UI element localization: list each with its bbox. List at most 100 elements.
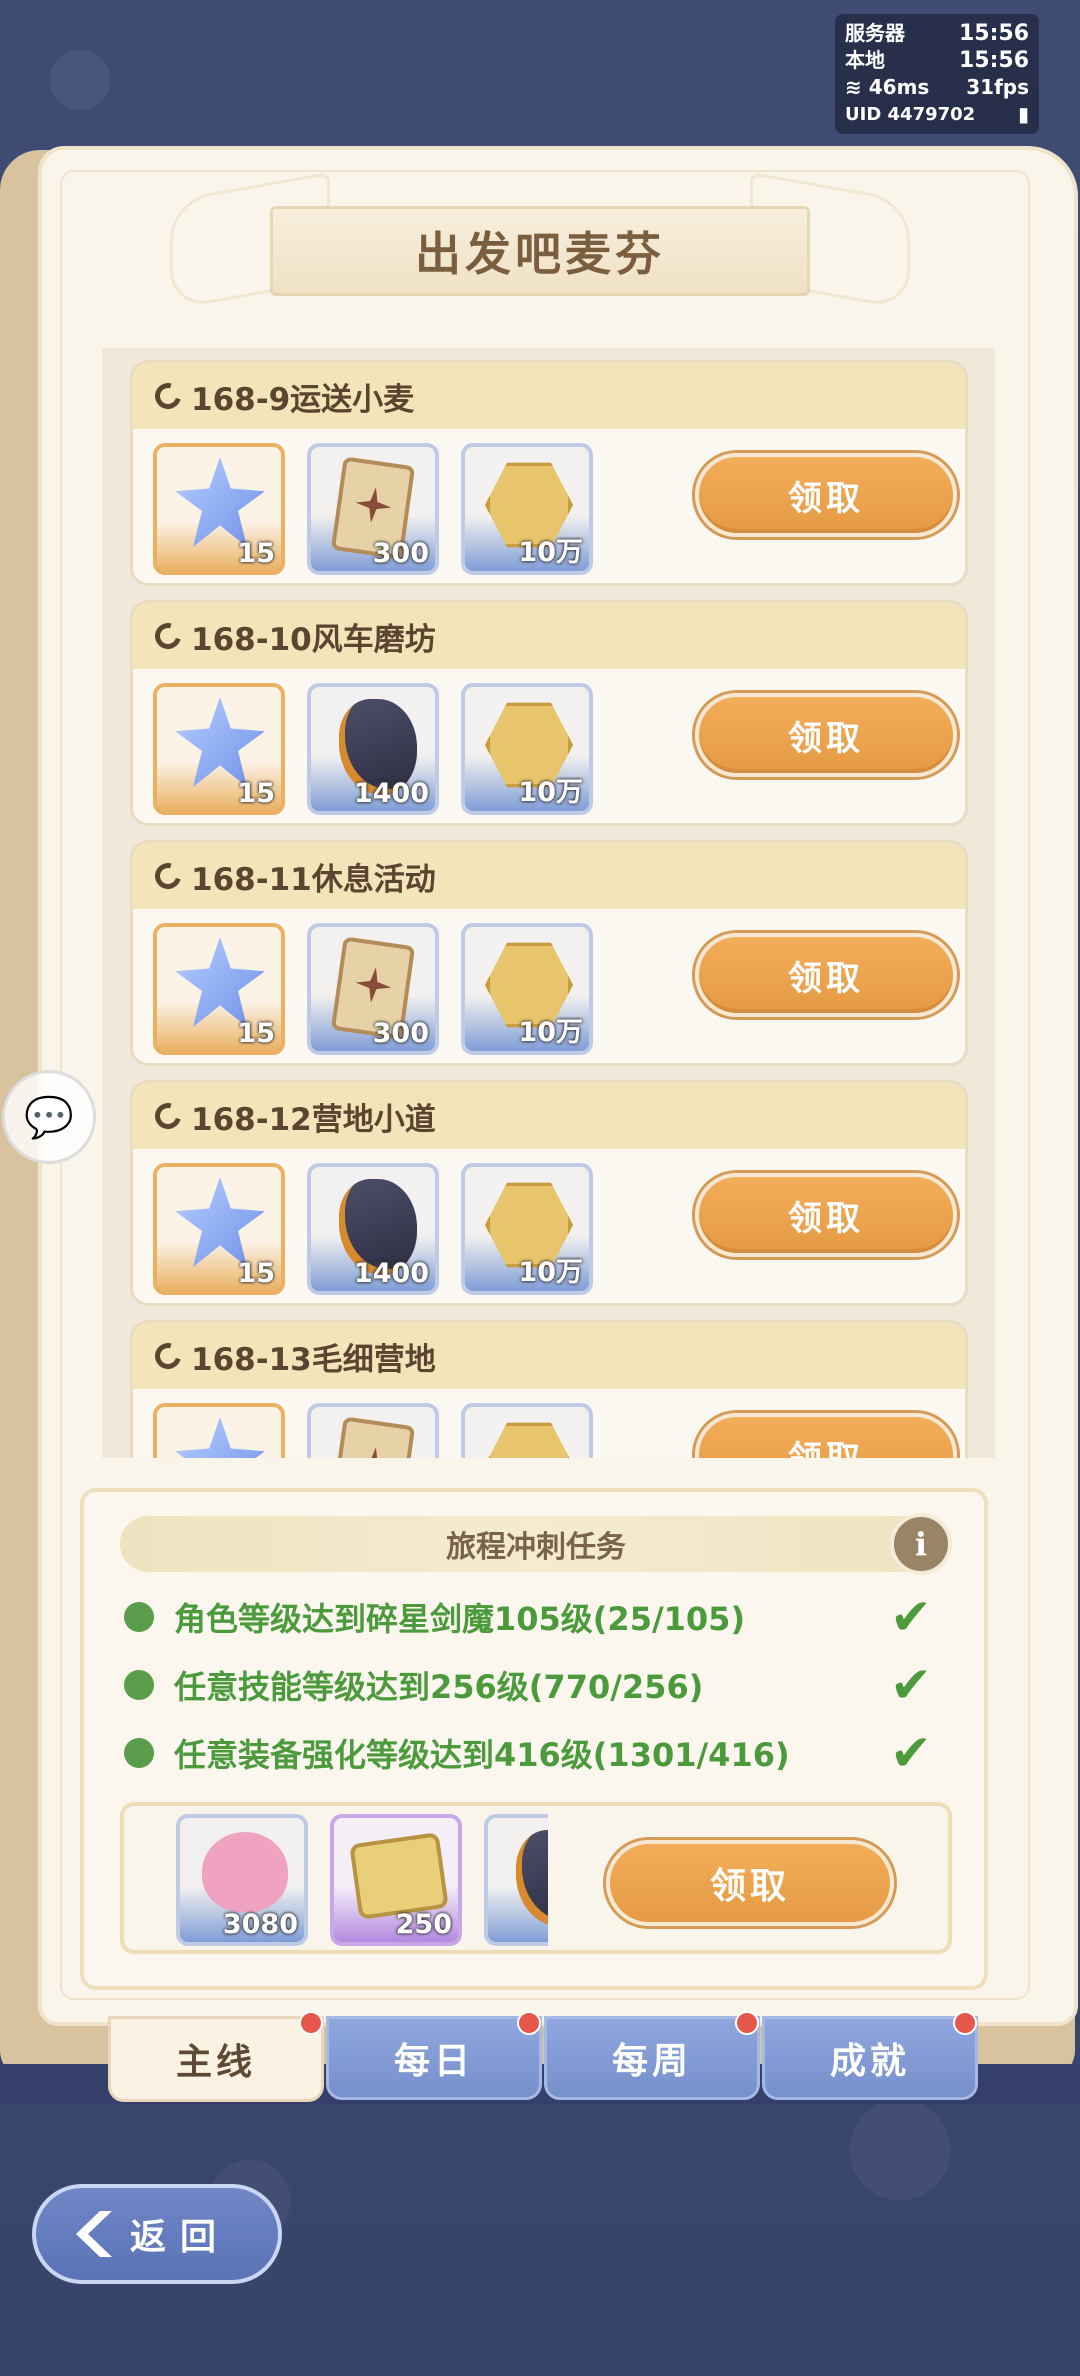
reward-gold-coin[interactable]: 10万: [461, 683, 593, 815]
sprint-title: 旅程冲刺任务: [446, 1530, 626, 1565]
star-crystal-icon: [175, 697, 265, 787]
reward-card[interactable]: 300: [307, 443, 439, 575]
server-label: 服务器: [845, 21, 905, 45]
paw-icon: [202, 1832, 288, 1912]
mission-card: 168-11休息活动 15 300 10万 领取: [130, 840, 968, 1066]
task-text: 任意装备强化等级达到416级(1301/416): [174, 1736, 790, 1774]
mission-name: 168-12营地小道: [191, 1101, 436, 1138]
tab-achievement[interactable]: 成就: [762, 2011, 978, 2100]
status-overlay: 服务器 15:56 本地 15:56 ≋ 46ms 31fps UID 4479702…: [835, 14, 1039, 134]
notification-badge: [735, 2011, 759, 2035]
moon-icon: [150, 858, 186, 894]
golden-book-icon: [349, 1832, 449, 1920]
tab-label: 每周: [611, 2041, 692, 2082]
tab-weekly[interactable]: 每周: [544, 2011, 760, 2100]
reward-qty: 15: [237, 538, 275, 569]
info-button[interactable]: i: [890, 1513, 952, 1575]
item-icon: [516, 1830, 548, 1926]
reward-star-crystal[interactable]: [153, 1403, 285, 1458]
mission-header: 168-9运送小麦: [133, 363, 965, 429]
back-arrow-icon: [76, 2211, 112, 2257]
tab-bar: 主线 每日 每周 成就: [108, 2011, 978, 2102]
equipment-icon: [124, 1738, 154, 1768]
sprint-task: 任意装备强化等级达到416级(1301/416) ✔: [124, 1724, 964, 1782]
reward-qty: 1400: [353, 778, 429, 809]
info-icon: i: [914, 1525, 928, 1563]
mission-list[interactable]: 168-9运送小麦 15 300 10万 领取 168-10风车磨坊 15 14…: [102, 348, 995, 1458]
reward-card[interactable]: 300: [307, 923, 439, 1055]
back-label: 返回: [130, 2217, 231, 2258]
notification-badge: [299, 2011, 323, 2035]
moon-icon: [150, 1098, 186, 1134]
reward-qty: 15: [237, 778, 275, 809]
reward-ore[interactable]: 1400: [307, 1163, 439, 1295]
reward-item[interactable]: 7: [484, 1814, 548, 1946]
tab-label: 成就: [829, 2041, 910, 2082]
reward-gold-coin[interactable]: [461, 1403, 593, 1458]
mission-header: 168-13毛细营地: [133, 1323, 965, 1389]
skill-icon: [124, 1670, 154, 1700]
sprint-task: 任意技能等级达到256级(770/256) ✔: [124, 1658, 964, 1712]
reward-ore[interactable]: 1400: [307, 683, 439, 815]
moon-icon: [150, 618, 186, 654]
tab-daily[interactable]: 每日: [326, 2011, 542, 2100]
ping-value: ≋ 46ms: [845, 75, 930, 99]
back-button[interactable]: 返回: [32, 2184, 282, 2284]
notification-badge: [517, 2011, 541, 2035]
reward-star-crystal[interactable]: 15: [153, 923, 285, 1055]
reward-qty: 3080: [222, 1909, 298, 1940]
sprint-claim-button[interactable]: 领取: [606, 1840, 894, 1926]
sprint-rewards: 3080 250 7 领取: [120, 1802, 952, 1954]
claim-button[interactable]: 领取: [695, 453, 957, 537]
reward-gold-coin[interactable]: 10万: [461, 1163, 593, 1295]
reward-gold-coin[interactable]: 10万: [461, 443, 593, 575]
mission-name: 168-10风车磨坊: [191, 621, 436, 658]
tab-label: 主线: [175, 2042, 256, 2083]
chat-button[interactable]: 💬: [2, 1070, 96, 1164]
reward-qty: 10万: [518, 1017, 583, 1048]
mission-card: 168-10风车磨坊 15 1400 10万 领取: [130, 600, 968, 826]
mission-name: 168-9运送小麦: [191, 381, 415, 418]
reward-qty: 15: [237, 1258, 275, 1289]
star-crystal-icon: [175, 937, 265, 1027]
tab-label: 每日: [393, 2041, 474, 2082]
page-title: 出发吧麦芬: [415, 227, 665, 281]
checkmark-icon: ✔: [890, 1724, 932, 1782]
uid-value: UID 4479702: [845, 104, 976, 125]
reward-qty: 250: [395, 1909, 452, 1940]
reward-qty: 10万: [518, 777, 583, 808]
reward-list: [153, 1403, 593, 1458]
reward-qty: 300: [372, 538, 429, 569]
notification-badge: [953, 2011, 977, 2035]
claim-button[interactable]: 领取: [695, 1413, 957, 1458]
reward-star-crystal[interactable]: 15: [153, 683, 285, 815]
battery-icon: ▮: [1017, 102, 1029, 126]
reward-paw[interactable]: 3080: [176, 1814, 308, 1946]
reward-gold-coin[interactable]: 10万: [461, 923, 593, 1055]
reward-golden-book[interactable]: 250: [330, 1814, 462, 1946]
tab-main[interactable]: 主线: [108, 2011, 324, 2102]
reward-qty: 10万: [518, 537, 583, 568]
sprint-task-panel: 旅程冲刺任务 i 角色等级达到碎星剑魔105级(25/105) ✔ 任意技能等级…: [80, 1488, 988, 1990]
mission-header: 168-11休息活动: [133, 843, 965, 909]
character-icon: [124, 1602, 154, 1632]
reward-qty: 10万: [518, 1257, 583, 1288]
reward-card[interactable]: [307, 1403, 439, 1458]
fps-value: 31fps: [966, 75, 1029, 99]
reward-qty: 1400: [353, 1258, 429, 1289]
reward-qty: 300: [372, 1018, 429, 1049]
mission-name: 168-13毛细营地: [191, 1341, 436, 1378]
claim-button[interactable]: 领取: [695, 933, 957, 1017]
claim-button[interactable]: 领取: [695, 693, 957, 777]
local-label: 本地: [845, 48, 885, 72]
sprint-header: 旅程冲刺任务 i: [120, 1513, 952, 1575]
moon-icon: [150, 378, 186, 414]
claim-button[interactable]: 领取: [695, 1173, 957, 1257]
moon-icon: [150, 1338, 186, 1374]
task-text: 角色等级达到碎星剑魔105级(25/105): [174, 1600, 746, 1638]
mission-name: 168-11休息活动: [191, 861, 436, 898]
mission-card: 168-13毛细营地 领取: [130, 1320, 968, 1458]
reward-star-crystal[interactable]: 15: [153, 1163, 285, 1295]
reward-star-crystal[interactable]: 15: [153, 443, 285, 575]
reward-list[interactable]: 3080 250 7: [176, 1814, 548, 1946]
